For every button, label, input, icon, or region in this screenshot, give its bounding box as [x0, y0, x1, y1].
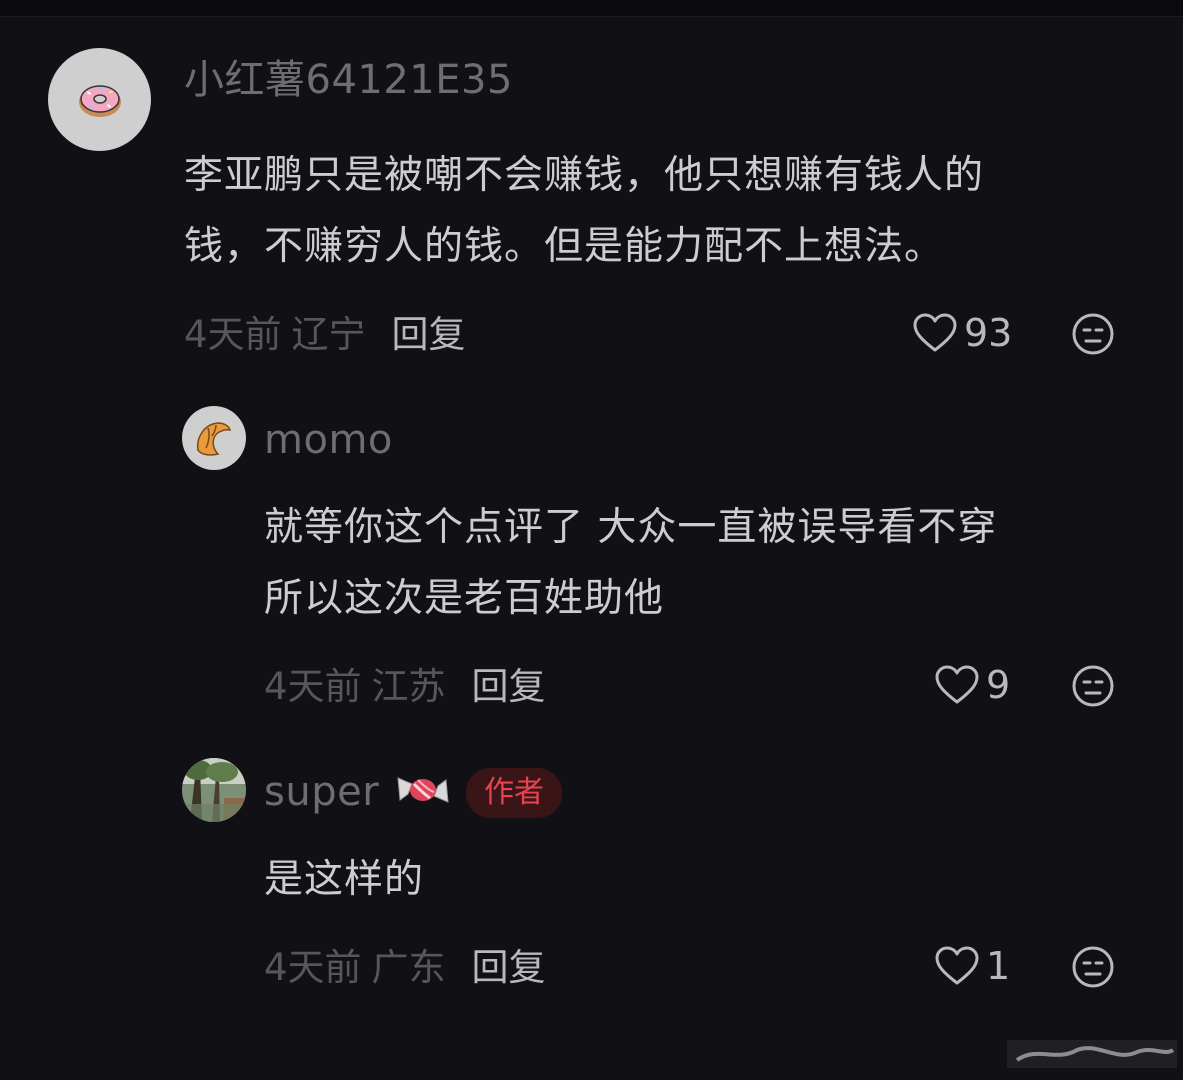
- watermark-icon: [1007, 1040, 1177, 1068]
- like-count: 93: [964, 311, 1013, 355]
- avatar[interactable]: [182, 406, 246, 470]
- dislike-face-icon[interactable]: [1071, 945, 1115, 989]
- comment-text-line: 李亚鹏只是被嘲不会赚钱，他只想赚有钱人的: [184, 153, 985, 198]
- comment-time: 4天前: [264, 665, 362, 708]
- croissant-icon: [196, 422, 232, 456]
- like-button[interactable]: 9: [934, 664, 1010, 706]
- username[interactable]: momo: [264, 420, 393, 460]
- top-divider: [0, 0, 1183, 17]
- comment-location: 辽宁: [291, 313, 366, 356]
- heart-icon: [935, 946, 979, 985]
- candy-icon: [397, 777, 449, 803]
- comment-meta: 4天前 江苏 回复: [264, 668, 546, 705]
- dislike-face-icon[interactable]: [1071, 664, 1115, 708]
- comment-text-line: 是这样的: [264, 857, 425, 902]
- scenery-photo-icon: [182, 758, 246, 822]
- comment-text-line: 所以这次是老百姓助他: [264, 576, 665, 621]
- avatar[interactable]: [48, 48, 151, 151]
- like-button[interactable]: 1: [934, 945, 1010, 987]
- donut-icon: [78, 84, 121, 117]
- comment-location: 江苏: [371, 665, 446, 708]
- username[interactable]: super: [264, 772, 379, 812]
- comment-meta: 4天前 辽宁 回复: [184, 316, 466, 353]
- like-button[interactable]: 93: [912, 312, 1012, 354]
- comment-text-line: 钱，不赚穷人的钱。但是能力配不上想法。: [184, 224, 945, 269]
- comment-time: 4天前: [184, 313, 282, 356]
- like-count: 1: [986, 944, 1011, 988]
- comment-location: 广东: [371, 946, 446, 989]
- reply-button[interactable]: 回复: [472, 946, 546, 989]
- reply-button[interactable]: 回复: [472, 665, 546, 708]
- comment-text-line: 就等你这个点评了 大众一直被误导看不穿: [264, 505, 998, 550]
- comment-meta: 4天前 广东 回复: [264, 949, 546, 986]
- author-badge: 作者: [466, 768, 562, 818]
- heart-icon: [913, 313, 957, 352]
- dislike-face-icon[interactable]: [1071, 312, 1115, 356]
- username[interactable]: 小红薯64121E35: [184, 60, 513, 100]
- heart-icon: [935, 665, 979, 704]
- comment-time: 4天前: [264, 946, 362, 989]
- avatar[interactable]: [182, 758, 246, 822]
- reply-button[interactable]: 回复: [392, 313, 466, 356]
- like-count: 9: [986, 663, 1011, 707]
